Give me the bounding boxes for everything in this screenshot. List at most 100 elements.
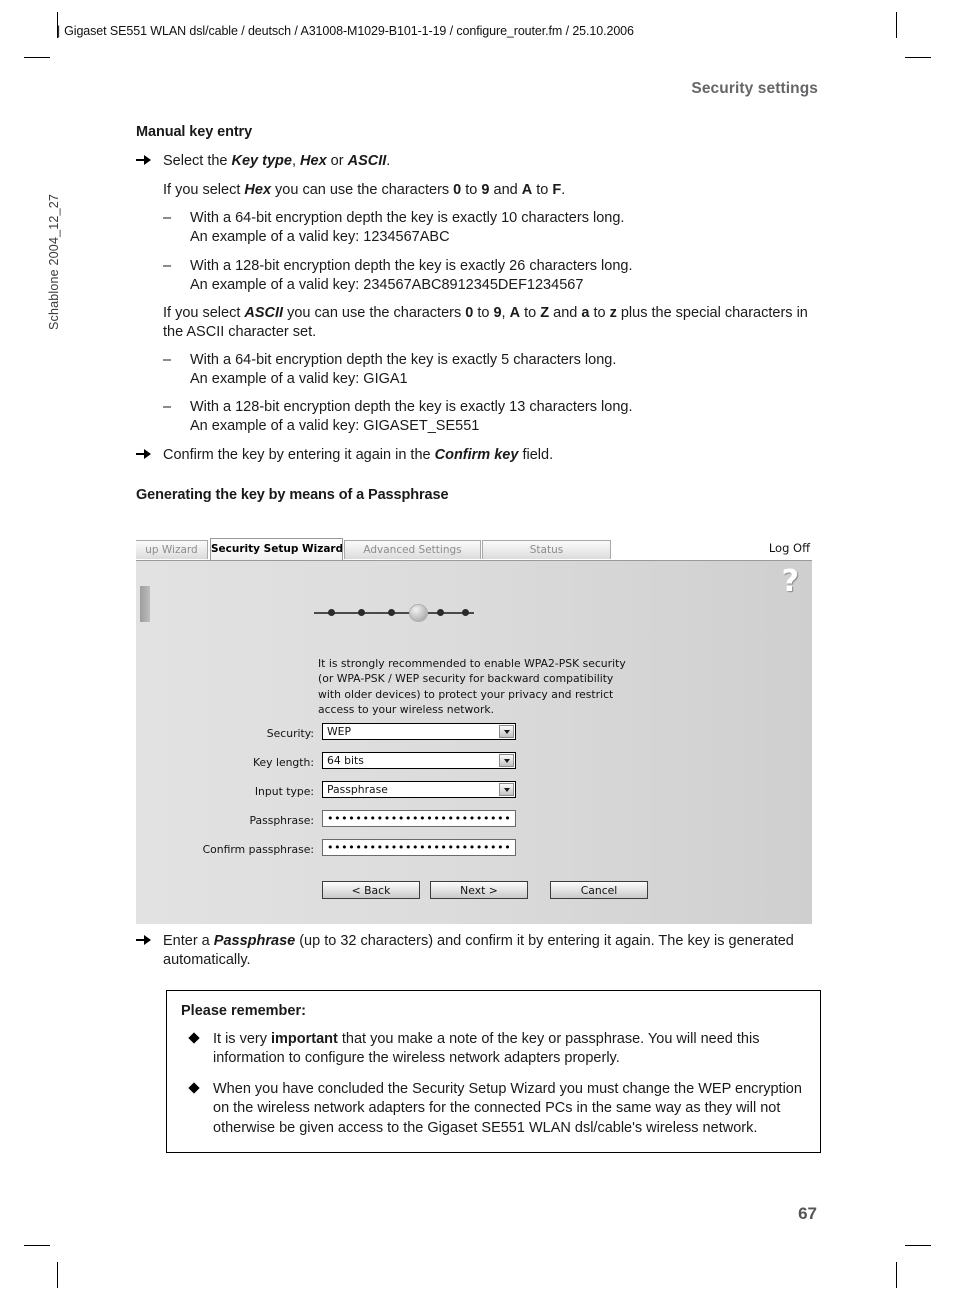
char-ascii-Z: Z xyxy=(540,304,550,321)
router-config-screenshot: up Wizard Security Setup Wizard Advanced… xyxy=(136,538,812,924)
crop-mark-top-right-horizontal xyxy=(905,57,931,58)
hex-and: and xyxy=(489,182,522,199)
crop-mark-bottom-left-vertical xyxy=(57,1262,58,1288)
form-row-passphrase: Passphrase: ••••••••••••••••••••••••••••… xyxy=(136,810,812,839)
confirm-step-b: field. xyxy=(518,446,554,463)
passphrase-step-block: Enter a Passphrase (up to 32 characters)… xyxy=(136,932,826,980)
document-header-line: | Gigaset SE551 WLAN dsl/cable / deutsch … xyxy=(57,24,634,38)
chevron-down-icon[interactable] xyxy=(499,754,514,767)
char-ascii-A: A xyxy=(509,304,521,321)
ascii-intro-b: you can use the characters xyxy=(283,304,466,321)
security-dropdown[interactable]: WEP xyxy=(322,723,516,740)
hex-item-128bit: – With a 128-bit encryption depth the ke… xyxy=(136,257,826,295)
next-button[interactable]: Next > xyxy=(430,881,528,899)
tab-label: up Wizard xyxy=(145,544,198,556)
remember-item-1-a: It is very xyxy=(213,1031,272,1047)
progress-step-6 xyxy=(462,609,469,616)
hex-to-2: to xyxy=(532,182,553,199)
hex-item-64bit: – With a 64-bit encryption depth the key… xyxy=(136,209,826,247)
wizard-panel: ? It is strongly recommended to enable W… xyxy=(136,560,812,924)
back-button-label: < Back xyxy=(351,884,391,897)
form-row-confirm-passphrase: Confirm passphrase: ••••••••••••••••••••… xyxy=(136,839,812,868)
input-type-dropdown[interactable]: Passphrase xyxy=(322,781,516,798)
ascii-item-128bit: – With a 128-bit encryption depth the ke… xyxy=(136,398,826,436)
hex-end: . xyxy=(561,182,566,199)
paragraph-ascii-intro: If you select ASCII you can use the char… xyxy=(136,304,826,342)
term-hex: Hex xyxy=(300,153,327,169)
template-id-vertical: Schablone 2004_12_27 xyxy=(47,193,61,331)
ascii-item-64bit-line2: An example of a valid key: GIGA1 xyxy=(190,371,408,388)
dash-bullet: – xyxy=(163,257,172,274)
please-remember-title: Please remember: xyxy=(181,1003,306,1019)
security-dropdown-value: WEP xyxy=(327,725,352,738)
key-length-dropdown[interactable]: 64 bits xyxy=(322,752,516,769)
char-hex-F: F xyxy=(552,182,562,199)
step-text-part-mid2: or xyxy=(326,153,348,169)
next-button-label: Next > xyxy=(460,884,498,897)
confirm-passphrase-input-value: •••••••••••••••••••••••••••••••• xyxy=(327,841,511,854)
term-confirm-key: Confirm key xyxy=(434,446,519,463)
step-select-key-type: Select the Key type, Hex or ASCII. xyxy=(136,152,826,171)
term-ascii: ASCII xyxy=(347,153,387,169)
progress-step-3 xyxy=(388,609,395,616)
char-ascii-9: 9 xyxy=(493,304,502,321)
step-enter-passphrase: Enter a Passphrase (up to 32 characters)… xyxy=(136,932,826,970)
form-row-security: Security: WEP xyxy=(136,723,812,752)
passphrase-input-value: •••••••••••••••••••••••••••••••• xyxy=(327,812,511,825)
diamond-bullet-icon xyxy=(188,1032,200,1044)
confirm-step-a: Confirm the key by entering it again in … xyxy=(163,446,435,463)
question-mark-icon[interactable]: ? xyxy=(782,567,799,597)
term-hex-inline: Hex xyxy=(244,182,272,199)
tab-status[interactable]: Status xyxy=(482,540,611,559)
step-text-part-before: Select the xyxy=(163,153,232,169)
hex-item-64bit-line1: With a 64-bit encryption depth the key i… xyxy=(190,210,625,227)
ascii-item-128bit-line1: With a 128-bit encryption depth the key … xyxy=(190,399,633,416)
label-passphrase: Passphrase: xyxy=(249,814,314,827)
label-key-length: Key length: xyxy=(252,756,314,769)
hex-to-1: to xyxy=(461,182,482,199)
step-confirm-key: Confirm the key by entering it again in … xyxy=(136,446,826,465)
label-input-type: Input type: xyxy=(254,785,314,798)
tab-security-setup-wizard[interactable]: Security Setup Wizard xyxy=(210,538,343,560)
document-header-text: Gigaset SE551 WLAN dsl/cable / deutsch /… xyxy=(64,24,634,38)
key-length-dropdown-value: 64 bits xyxy=(327,754,364,767)
paragraph-hex-intro: If you select Hex you can use the charac… xyxy=(136,181,826,200)
term-ascii-inline: ASCII xyxy=(244,304,284,321)
step-text-part-mid: , xyxy=(291,153,301,169)
ascii-item-64bit: – With a 64-bit encryption depth the key… xyxy=(136,351,826,389)
progress-step-5 xyxy=(437,609,444,616)
arrow-bullet-icon xyxy=(136,446,153,464)
form-row-input-type: Input type: Passphrase xyxy=(136,781,812,810)
remember-item-1-bold: important xyxy=(271,1031,338,1047)
back-button[interactable]: < Back xyxy=(322,881,420,899)
ascii-item-128bit-line2: An example of a valid key: GIGASET_SE551 xyxy=(190,418,480,435)
ascii-intro-a: If you select xyxy=(163,304,245,321)
dash-bullet: – xyxy=(163,399,172,416)
cancel-button-label: Cancel xyxy=(580,884,618,897)
tab-advanced-settings[interactable]: Advanced Settings xyxy=(344,540,481,559)
log-off-link[interactable]: Log Off xyxy=(769,541,810,555)
progress-step-1 xyxy=(328,609,335,616)
ascii-and: and xyxy=(549,304,582,321)
tab-label: Status xyxy=(529,544,564,556)
ascii-to-1: to xyxy=(473,304,494,321)
diamond-bullet-icon xyxy=(188,1082,200,1094)
label-security: Security: xyxy=(266,727,314,740)
arrow-bullet-icon xyxy=(136,932,153,950)
progress-step-2 xyxy=(358,609,365,616)
chevron-down-icon[interactable] xyxy=(499,725,514,738)
term-passphrase: Passphrase xyxy=(213,933,296,949)
hex-intro-a: If you select xyxy=(163,182,245,199)
security-recommendation-text: It is strongly recommended to enable WPA… xyxy=(318,657,626,716)
section-title-manual-key-entry: Manual key entry xyxy=(136,124,253,140)
cancel-button[interactable]: Cancel xyxy=(550,881,648,899)
ascii-comma: , xyxy=(501,304,510,321)
main-content: Manual key entry Select the Key type, He… xyxy=(136,124,826,515)
passphrase-input[interactable]: •••••••••••••••••••••••••••••••• xyxy=(322,810,516,827)
wizard-progress-indicator xyxy=(314,604,474,622)
wizard-button-row: < Back Next > Cancel xyxy=(322,881,682,901)
tab-setup-wizard[interactable]: up Wizard xyxy=(136,540,208,559)
confirm-passphrase-input[interactable]: •••••••••••••••••••••••••••••••• xyxy=(322,839,516,856)
chevron-down-icon[interactable] xyxy=(499,783,514,796)
crop-mark-top-right-vertical xyxy=(896,12,897,38)
